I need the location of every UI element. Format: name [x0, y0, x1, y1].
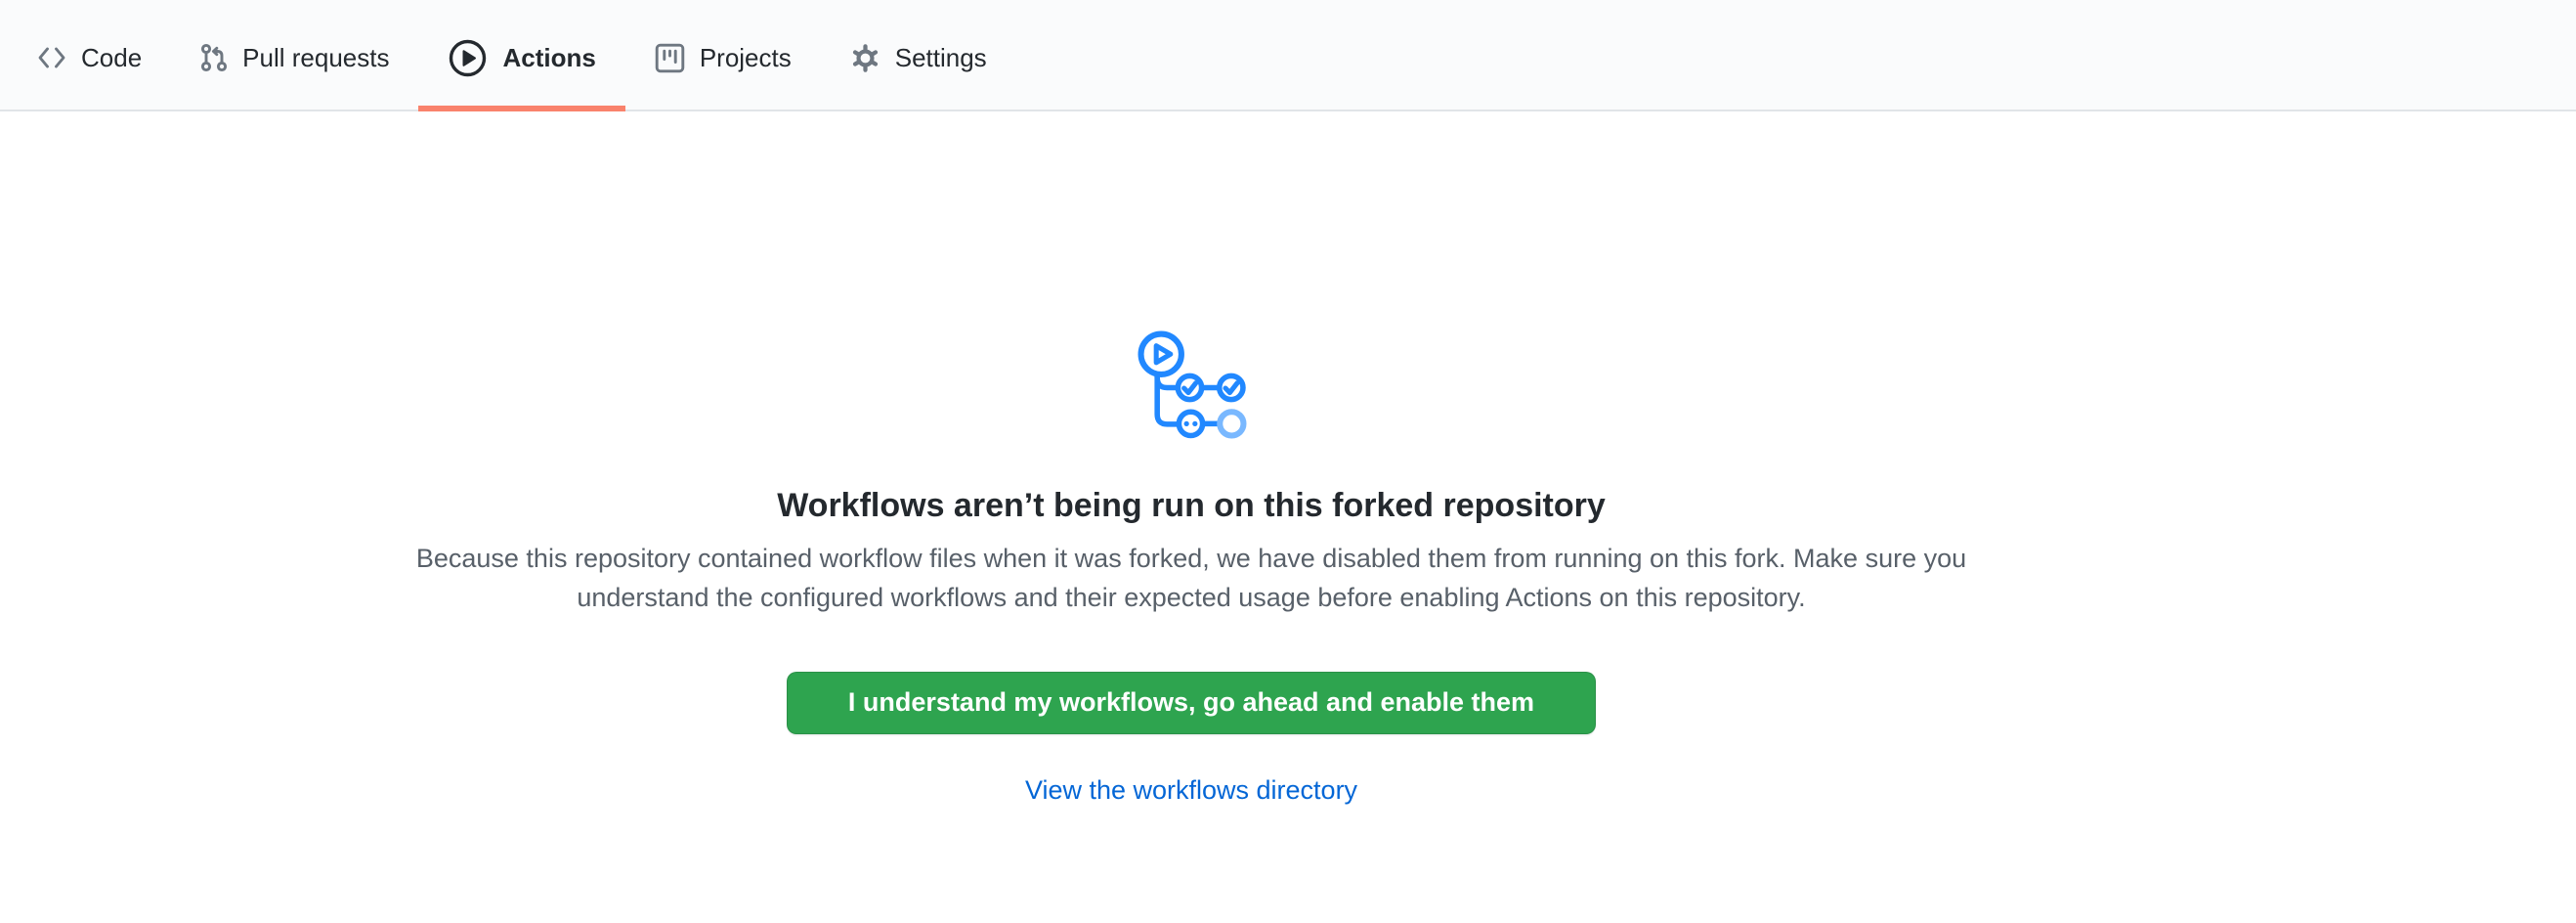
blankslate-title: Workflows aren’t being run on this forke…: [777, 484, 1606, 527]
tab-label: Pull requests: [242, 45, 389, 70]
enable-workflows-button[interactable]: I understand my workflows, go ahead and …: [787, 672, 1596, 734]
tab-label: Code: [81, 45, 142, 70]
tab-label: Projects: [700, 45, 792, 70]
tab-projects[interactable]: Projects: [625, 0, 821, 110]
tab-settings[interactable]: Settings: [821, 0, 1016, 110]
git-pull-request-icon: [200, 43, 228, 72]
tab-pull-requests[interactable]: Pull requests: [171, 0, 418, 110]
code-icon: [37, 46, 66, 69]
view-workflows-directory-link[interactable]: View the workflows directory: [1025, 774, 1357, 806]
gear-icon: [850, 43, 880, 73]
tab-actions[interactable]: Actions: [418, 0, 624, 110]
workflow-graph-icon: [1136, 329, 1248, 439]
project-icon: [655, 43, 685, 73]
blankslate-description: Because this repository contained workfl…: [385, 539, 1997, 617]
tab-label: Settings: [895, 45, 987, 70]
actions-blankslate: Workflows aren’t being run on this forke…: [0, 111, 2383, 806]
tab-code[interactable]: Code: [8, 0, 171, 110]
repo-tab-nav: Code Pull requests Actions: [0, 0, 2576, 111]
play-circle-icon: [448, 38, 488, 78]
tab-label: Actions: [502, 45, 595, 70]
